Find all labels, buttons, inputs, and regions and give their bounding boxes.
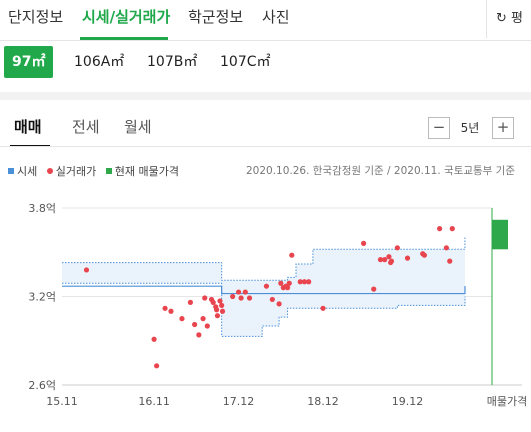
trade-point — [235, 289, 242, 295]
legend-actual-trade: 실거래가 — [46, 163, 96, 179]
trade-tab-divider — [0, 146, 531, 147]
tab-monthly-rent[interactable]: 월세 — [124, 116, 152, 137]
size-97[interactable]: 97㎡ — [4, 46, 54, 78]
trade-point — [213, 307, 220, 313]
legend-square-icon — [8, 168, 14, 174]
trade-point — [238, 295, 244, 301]
trade-point — [371, 286, 377, 292]
trade-point — [360, 240, 367, 246]
period-minus-button[interactable]: − — [428, 117, 450, 139]
trade-point — [394, 245, 400, 251]
active-tab-underline — [80, 37, 168, 40]
trade-point — [284, 285, 291, 291]
x-tick-label: 15.11 — [46, 395, 78, 408]
trade-point — [210, 299, 216, 305]
tab-complex-info[interactable]: 단지정보 — [8, 6, 63, 27]
period-value: 5년 — [460, 121, 480, 135]
trade-point — [289, 252, 295, 258]
trade-point — [151, 336, 157, 342]
trade-point — [421, 252, 428, 258]
y-tick-label: 3.8억 — [28, 202, 56, 215]
y-tick-label: 2.6억 — [28, 379, 56, 392]
tab-sale[interactable]: 매매 — [14, 116, 42, 137]
trade-point — [187, 299, 194, 305]
trade-point — [437, 226, 443, 232]
size-selector: 97㎡ 106A㎡ 107B㎡ 107C㎡ — [0, 46, 531, 82]
trade-point — [388, 258, 395, 264]
period-plus-button[interactable]: + — [492, 117, 514, 139]
trade-point — [196, 332, 202, 338]
trade-point — [162, 305, 168, 311]
trade-point — [168, 308, 174, 314]
trade-point — [306, 279, 312, 285]
legend-dot-icon — [46, 168, 53, 174]
section-divider — [0, 92, 531, 100]
current-listing-bar — [492, 219, 508, 250]
y-axis-ticks: 3.8억 3.2억 2.6억 — [28, 202, 56, 392]
x-tick-label: 19.12 — [392, 395, 424, 408]
trade-point — [404, 255, 411, 261]
trade-point — [83, 267, 90, 273]
trade-point — [230, 293, 236, 300]
tab-jeonse[interactable]: 전세 — [72, 116, 100, 137]
legend-market-price: 시세 — [8, 163, 37, 179]
trade-point — [242, 289, 248, 295]
tab-photos[interactable]: 사진 — [262, 6, 290, 27]
size-107b[interactable]: 107B㎡ — [139, 46, 205, 78]
x-tick-label: 매물가격 — [487, 395, 527, 408]
x-tick-label: 18.12 — [307, 395, 339, 408]
chart-legend: 시세 실거래가 현재 매물가격 — [8, 163, 185, 179]
trade-point — [202, 295, 208, 301]
size-107c[interactable]: 107C㎡ — [212, 46, 279, 78]
unit-toggle-button[interactable]: ↻ 평 — [486, 0, 531, 38]
trade-point — [263, 283, 270, 289]
tab-school[interactable]: 학군정보 — [188, 6, 243, 27]
trade-point — [200, 316, 206, 322]
trade-point — [443, 245, 449, 251]
trade-point — [154, 363, 160, 369]
trade-point — [447, 258, 453, 264]
trade-point — [217, 298, 223, 304]
trade-point — [382, 257, 388, 263]
x-tick-label: 17.12 — [223, 395, 255, 408]
current-listing-marker — [491, 208, 508, 385]
trade-point — [386, 254, 392, 260]
trade-point — [278, 280, 284, 286]
legend-current-listing: 현재 매물가격 — [105, 163, 179, 179]
x-tick-label: 16.11 — [138, 395, 170, 408]
trade-point — [204, 323, 210, 329]
trade-point — [246, 295, 253, 301]
tab-price[interactable]: 시세/실거래가 — [82, 6, 170, 27]
trade-point — [286, 280, 292, 286]
size-106a[interactable]: 106A㎡ — [66, 46, 132, 78]
trade-point — [219, 308, 226, 314]
trade-point — [449, 226, 455, 232]
trade-point — [276, 301, 282, 307]
y-tick-label: 3.2억 — [28, 291, 56, 304]
data-source-note: 2020.10.26. 한국감정원 기준 / 2020.11. 국토교통부 기준 — [245, 165, 515, 177]
legend-square-icon — [105, 168, 112, 174]
top-tab-bar: 단지정보 시세/실거래가 학군정보 사진 ↻ 평 — [0, 0, 531, 41]
x-axis-ticks: 15.11 16.11 17.12 18.12 19.12 매물가격 — [46, 395, 527, 408]
trade-point — [320, 305, 326, 311]
price-chart: 3.8억 3.2억 2.6억 15.11 16.11 17.12 18.12 19.12 매물… — [28, 202, 527, 408]
trade-point — [179, 316, 185, 322]
trade-point — [192, 321, 198, 328]
trade-point — [214, 313, 221, 319]
trade-point — [269, 296, 275, 303]
trade-point — [219, 302, 225, 308]
